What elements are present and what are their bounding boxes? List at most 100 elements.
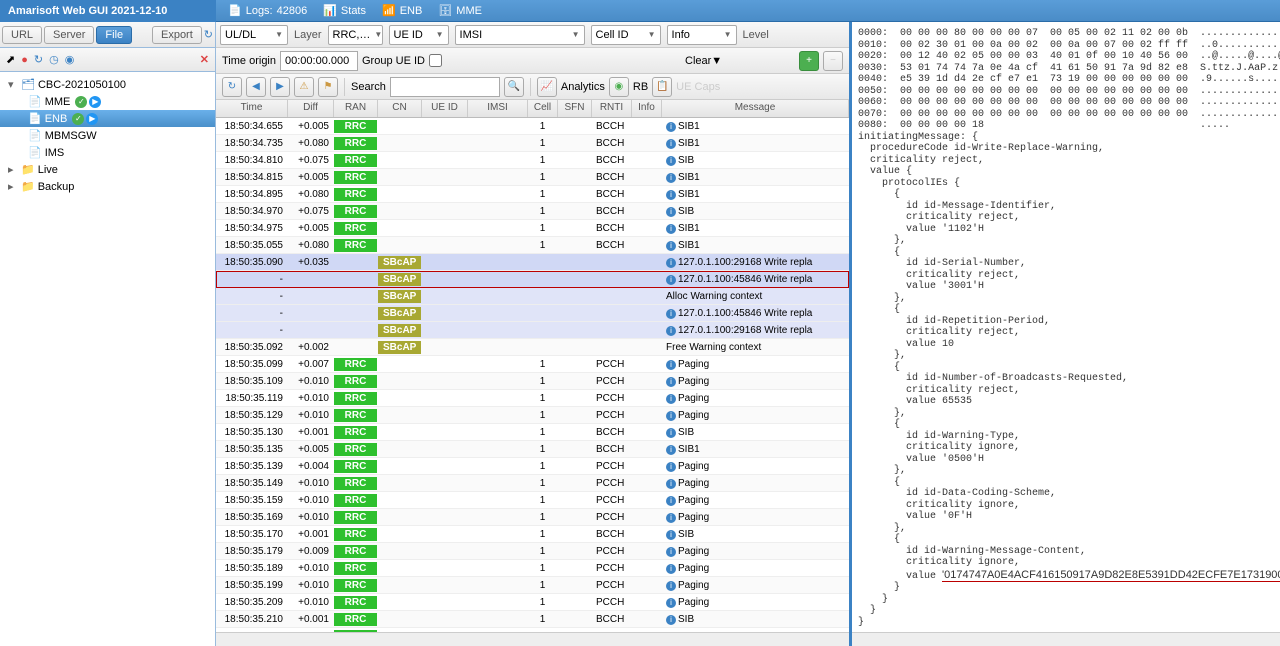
enb-tab[interactable]: 📶 ENB [374,0,430,21]
table-row[interactable]: 18:50:35.090+0.035SBcAPi127.0.1.100:2916… [216,254,849,271]
search-input[interactable] [390,77,500,97]
time-origin-input[interactable] [280,51,358,71]
table-row[interactable]: 18:50:34.735+0.080RRC1BCCHiSIB1 [216,135,849,152]
header-rnti[interactable]: RNTI [592,100,632,117]
table-row[interactable]: 18:50:34.895+0.080RRC1BCCHiSIB1 [216,186,849,203]
expand-icon[interactable]: ▸ [8,180,18,193]
remove-button[interactable]: − [823,51,843,71]
group-ueid-checkbox[interactable] [429,54,442,67]
time-origin-label: Time origin [222,55,276,67]
table-row[interactable]: 18:50:35.092+0.002SBcAPFree Warning cont… [216,339,849,356]
table-row[interactable]: 18:50:35.099+0.007RRC1PCCHiPaging [216,356,849,373]
table-row[interactable]: 18:50:34.970+0.075RRC1BCCHiSIB [216,203,849,220]
table-row[interactable]: 18:50:35.215+0.005RRC1BCCHiSIB1 [216,628,849,632]
info-icon: i [666,462,676,472]
table-row[interactable]: 18:50:35.149+0.010RRC1PCCHiPaging [216,475,849,492]
export-button[interactable]: Export [152,26,202,44]
rb-label[interactable]: RB [633,81,648,93]
gauge-icon[interactable]: ◉ [65,53,75,66]
table-row[interactable]: 18:50:34.655+0.005RRC1BCCHiSIB1 [216,118,849,135]
table-row[interactable]: 18:50:35.179+0.009RRC1PCCHiPaging [216,543,849,560]
expand-icon[interactable]: ▸ [8,163,18,176]
header-ueid[interactable]: UE ID [422,100,468,117]
table-row[interactable]: 18:50:34.975+0.005RRC1BCCHiSIB1 [216,220,849,237]
flag-button[interactable]: ⚑ [318,77,338,97]
uldl-combo[interactable]: UL/DL▼ [220,25,288,45]
table-row[interactable]: 18:50:35.109+0.010RRC1PCCHiPaging [216,373,849,390]
analytics-label[interactable]: Analytics [561,81,605,93]
header-ran[interactable]: RAN [334,100,378,117]
tree-item-mbmsgw[interactable]: 📄MBMSGW [0,127,215,144]
warning-button[interactable]: ⚠ [294,77,314,97]
header-time[interactable]: Time [216,100,288,117]
rb-icon[interactable]: ◉ [609,77,629,97]
clear-combo[interactable]: Clear▼ [685,55,795,67]
info-icon: i [666,581,676,591]
mme-tab[interactable]: 🗄 MME [430,0,490,21]
add-button[interactable]: + [799,51,819,71]
header-sfn[interactable]: SFN [558,100,592,117]
table-row[interactable]: 18:50:34.815+0.005RRC1BCCHiSIB1 [216,169,849,186]
header-info[interactable]: Info [632,100,662,117]
refresh-icon[interactable]: ↻ [204,28,213,41]
logs-tab[interactable]: 📄 Logs: 42806 [220,0,315,21]
server-tab[interactable]: Server [44,26,94,44]
info-icon: i [666,207,676,217]
stats-tab[interactable]: 📊 Stats [315,0,374,21]
table-row[interactable]: 18:50:35.210+0.001RRC1BCCHiSIB [216,611,849,628]
header-cell[interactable]: Cell [528,100,558,117]
table-row[interactable]: -SBcAPi127.0.1.100:45846 Write repla [216,305,849,322]
cellid-combo[interactable]: Cell ID▼ [591,25,661,45]
refresh-button[interactable]: ↻ [222,77,242,97]
table-row[interactable]: 18:50:35.055+0.080RRC1BCCHiSIB1 [216,237,849,254]
reload-icon[interactable]: ↻ [34,53,43,66]
table-row[interactable]: 18:50:35.199+0.010RRC1PCCHiPaging [216,577,849,594]
info-combo[interactable]: Info▼ [667,25,737,45]
table-row[interactable]: 18:50:35.129+0.010RRC1PCCHiPaging [216,407,849,424]
table-row[interactable]: 18:50:35.169+0.010RRC1PCCHiPaging [216,509,849,526]
expand-icon[interactable]: ▾ [8,78,18,91]
table-row[interactable]: 18:50:35.135+0.005RRC1BCCHiSIB1 [216,441,849,458]
table-row[interactable]: -SBcAPi127.0.1.100:29168 Write repla [216,322,849,339]
file-tab[interactable]: File [96,26,132,44]
url-tab[interactable]: URL [2,26,42,44]
info-icon: i [666,377,676,387]
cursor-icon[interactable]: ⬈ [6,53,15,66]
chart-button[interactable]: 📈 [537,77,557,97]
table-row[interactable]: 18:50:35.139+0.004RRC1PCCHiPaging [216,458,849,475]
table-row[interactable]: 18:50:34.810+0.075RRC1BCCHiSIB [216,152,849,169]
tree: ▾ 🗂 CBC-2021050100 📄MME✓▶📄ENB✓▶📄MBMSGW📄I… [0,72,215,646]
hscrollbar[interactable] [216,632,849,646]
clock-icon[interactable]: ◷ [49,53,59,66]
table-row[interactable]: 18:50:35.159+0.010RRC1PCCHiPaging [216,492,849,509]
tree-item-enb[interactable]: 📄ENB✓▶ [0,110,215,127]
tree-backup[interactable]: ▸ 📁 Backup [0,178,215,195]
table-row[interactable]: 18:50:35.189+0.010RRC1PCCHiPaging [216,560,849,577]
tree-live[interactable]: ▸ 📁 Live [0,161,215,178]
prev-button[interactable]: ◀ [246,77,266,97]
layer-combo[interactable]: RRC,…▼ [328,25,383,45]
ueid-combo[interactable]: UE ID▼ [389,25,449,45]
table-row[interactable]: 18:50:35.119+0.010RRC1PCCHiPaging [216,390,849,407]
table-row[interactable]: -SBcAPi127.0.1.100:45846 Write repla [216,271,849,288]
imsi-combo[interactable]: IMSI▼ [455,25,585,45]
next-button[interactable]: ▶ [270,77,290,97]
tree-item-ims[interactable]: 📄IMS [0,144,215,161]
header-imsi[interactable]: IMSI [468,100,528,117]
close-icon[interactable]: ✕ [200,53,209,66]
table-row[interactable]: 18:50:35.170+0.001RRC1BCCHiSIB [216,526,849,543]
table-row[interactable]: 18:50:35.209+0.010RRC1PCCHiPaging [216,594,849,611]
header-message[interactable]: Message [662,100,849,117]
table-row[interactable]: 18:50:35.130+0.001RRC1BCCHiSIB [216,424,849,441]
stop-icon[interactable]: ● [21,54,28,66]
table-row[interactable]: -SBcAPAlloc Warning context [216,288,849,305]
details-hscrollbar[interactable] [852,632,1280,646]
binoculars-icon[interactable]: 🔍 [504,77,524,97]
tree-item-mme[interactable]: 📄MME✓▶ [0,93,215,110]
tree-root[interactable]: ▾ 🗂 CBC-2021050100 [0,76,215,93]
header-cn[interactable]: CN [378,100,422,117]
doc-icon: 📄 [28,112,42,125]
details-content[interactable]: 0000: 00 00 00 80 00 00 00 07 00 05 00 0… [852,22,1280,632]
header-diff[interactable]: Diff [288,100,334,117]
filter-bar: UL/DL▼ Layer RRC,…▼ UE ID▼ IMSI▼ Cell ID… [216,22,849,48]
